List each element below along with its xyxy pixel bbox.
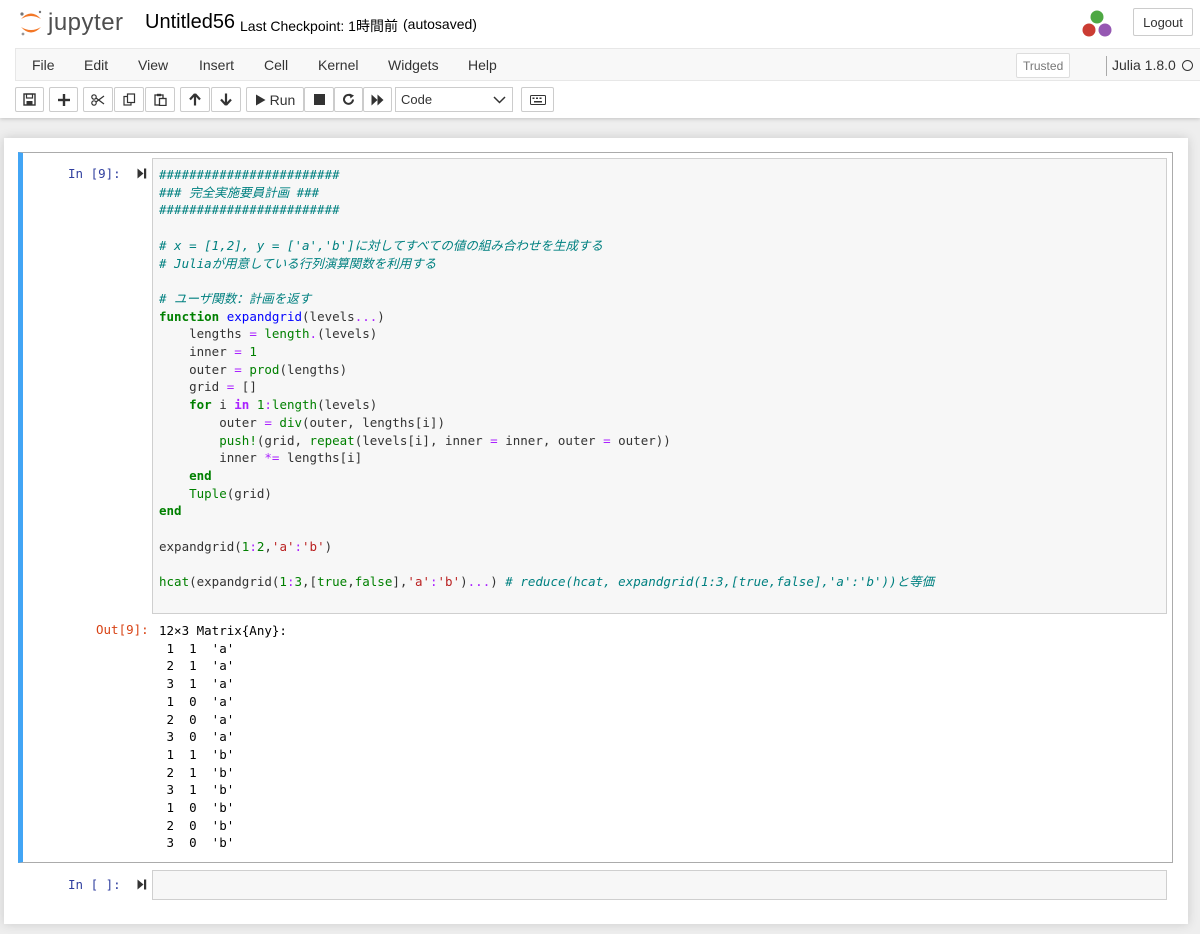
kernel-name[interactable]: Julia 1.8.0 xyxy=(1112,57,1176,73)
move-down-button[interactable] xyxy=(211,87,241,112)
cut-icon xyxy=(91,93,105,106)
restart-icon xyxy=(343,93,354,105)
output-line: 3 1 'b' xyxy=(159,782,235,798)
plus-icon xyxy=(57,93,70,106)
menu-view[interactable]: View xyxy=(138,57,168,73)
paste-button[interactable] xyxy=(145,87,175,112)
notebook-name[interactable]: Untitled56 xyxy=(145,11,235,34)
output-line: 1 1 'a' xyxy=(159,640,235,656)
output-line: 1 0 'a' xyxy=(159,693,235,709)
output-line: 2 1 'b' xyxy=(159,764,235,780)
code-line: for i in 1:length(levels) xyxy=(189,397,378,413)
jupyter-logo-icon xyxy=(20,10,42,36)
menu-help[interactable]: Help xyxy=(468,57,497,73)
code-line: push!(grid, repeat(levels[i], inner = in… xyxy=(219,432,671,448)
chevron-down-icon xyxy=(493,96,506,104)
code-line: inner *= lengths[i] xyxy=(159,450,363,466)
julia-kernel-logo-icon xyxy=(1082,10,1112,37)
output-line: 1 1 'b' xyxy=(159,746,235,762)
code-line: Tuple(grid) xyxy=(189,485,272,501)
paste-icon xyxy=(153,93,167,106)
output-line: 2 0 'b' xyxy=(159,817,235,833)
output-line: 2 0 'a' xyxy=(159,711,235,727)
jupyter-logo[interactable]: jupyter xyxy=(18,6,124,40)
code-line: outer = prod(lengths) xyxy=(159,361,348,377)
kernel-divider xyxy=(1106,56,1107,76)
logout-button[interactable]: Logout xyxy=(1133,8,1193,36)
output-line: 3 1 'a' xyxy=(159,676,235,692)
restart-run-all-button[interactable] xyxy=(363,87,392,112)
cell-type-select[interactable]: Code xyxy=(395,87,513,112)
restart-button[interactable] xyxy=(334,87,363,112)
output-line: 3 0 'a' xyxy=(159,729,235,745)
cut-button[interactable] xyxy=(83,87,113,112)
run-icon xyxy=(255,94,266,105)
logo-text: jupyter xyxy=(48,9,124,36)
header: jupyter Untitled56 Last Checkpoint: 1時間前… xyxy=(0,0,1200,118)
kernel-idle-icon xyxy=(1182,60,1193,71)
code-line: lengths = length.(levels) xyxy=(159,326,378,342)
fast-forward-icon xyxy=(371,94,384,105)
trusted-indicator[interactable]: Trusted xyxy=(1016,53,1071,78)
code-line: # ユーザ関数：計画を返す xyxy=(159,290,312,306)
command-palette-button[interactable] xyxy=(521,87,554,112)
code-source[interactable]: ######################## ### 完全実施要員計画 ##… xyxy=(159,166,934,591)
cell-type-value: Code xyxy=(401,92,433,107)
move-up-button[interactable] xyxy=(180,87,210,112)
autosave-status: (autosaved) xyxy=(403,16,477,32)
menu-widgets[interactable]: Widgets xyxy=(388,57,439,73)
checkpoint-status: Last Checkpoint: 1時間前 xyxy=(240,18,398,34)
keyboard-icon xyxy=(529,94,546,105)
run-cell-icon[interactable] xyxy=(137,168,147,179)
code-line: outer = div(outer, lengths[i]) xyxy=(159,414,445,430)
output-prompt: Out[9]: xyxy=(96,622,149,637)
code-line: inner = 1 xyxy=(159,344,257,360)
menu-insert[interactable]: Insert xyxy=(199,57,234,73)
output-line: 3 0 'b' xyxy=(159,835,235,851)
code-line: ### 完全実施要員計画 ### xyxy=(159,184,320,200)
code-line: function expandgrid(levels...) xyxy=(159,308,385,324)
empty-code-input[interactable] xyxy=(152,870,1167,900)
menu-file[interactable]: File xyxy=(32,57,55,73)
code-line: end xyxy=(189,467,212,483)
cell-output: 12×3 Matrix{Any}: 1 1 'a' 2 1 'a' 3 1 'a… xyxy=(159,622,287,852)
arrow-down-icon xyxy=(220,93,232,106)
empty-cell-input-prompt: In [ ]: xyxy=(68,877,121,892)
save-button[interactable] xyxy=(15,87,44,112)
copy-button[interactable] xyxy=(114,87,144,112)
run-cell-icon[interactable] xyxy=(137,879,147,890)
arrow-up-icon xyxy=(189,93,201,106)
code-line: # Juliaが用意している行列演算関数を利用する xyxy=(159,255,437,271)
output-line: 1 0 'b' xyxy=(159,800,235,816)
menu-cell[interactable]: Cell xyxy=(264,57,288,73)
stop-icon xyxy=(313,94,325,105)
output-line: 12×3 Matrix{Any}: xyxy=(159,623,287,638)
code-line: ######################## xyxy=(159,202,340,218)
interrupt-button[interactable] xyxy=(304,87,334,112)
code-line: grid = [] xyxy=(159,379,257,395)
output-line: 2 1 'a' xyxy=(159,658,235,674)
code-line: ######################## xyxy=(159,167,340,182)
code-line: end xyxy=(159,503,182,519)
run-button[interactable]: Run xyxy=(246,87,304,112)
input-prompt: In [9]: xyxy=(68,166,121,181)
code-line: expandgrid(1:2,'a':'b') xyxy=(159,538,333,554)
menu-kernel[interactable]: Kernel xyxy=(318,57,358,73)
menu-edit[interactable]: Edit xyxy=(84,57,108,73)
code-line: # x = [1,2], y = ['a','b']に対してすべての値の組み合わ… xyxy=(159,237,603,253)
run-button-label: Run xyxy=(269,91,296,108)
menubar: File Edit View Insert Cell Kernel Widget… xyxy=(15,48,1200,81)
copy-icon xyxy=(122,93,135,106)
insert-cell-button[interactable] xyxy=(49,87,78,112)
save-icon xyxy=(23,93,36,106)
code-line: hcat(expandgrid(1:3,[true,false],'a':'b'… xyxy=(159,574,935,590)
